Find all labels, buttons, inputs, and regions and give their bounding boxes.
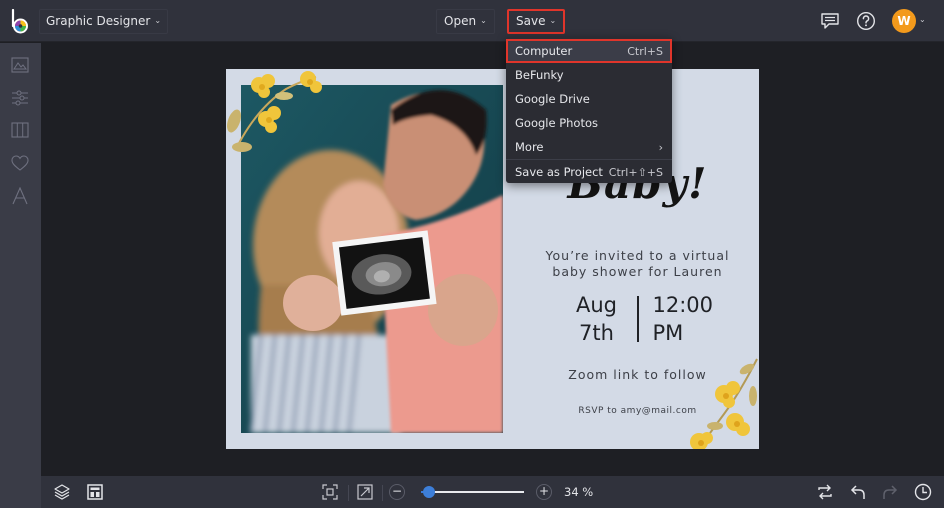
invite-text[interactable]: You’re invited to a virtual baby shower … <box>516 248 759 280</box>
comments-icon[interactable] <box>818 9 842 33</box>
open-button[interactable]: Open ⌄ <box>436 9 495 34</box>
time-hour: 12:00 <box>652 293 714 317</box>
befunky-app: Graphic Designer ⌄ Open ⌄ Save ⌄ W ⌄ Bab… <box>0 0 944 508</box>
avatar[interactable]: W <box>892 9 916 33</box>
chevron-down-icon: ⌄ <box>480 16 487 25</box>
save-menu-item-google-drive[interactable]: Google Drive <box>506 87 672 111</box>
zoom-note-text[interactable]: Zoom link to follow <box>516 367 759 382</box>
date-day: 7th <box>579 321 614 345</box>
save-label: Save <box>516 14 546 28</box>
avatar-initial: W <box>897 14 911 28</box>
toolbar-divider <box>348 485 349 501</box>
history-icon[interactable] <box>913 482 933 502</box>
columns-icon[interactable] <box>10 120 30 140</box>
image-icon[interactable] <box>10 55 30 75</box>
heart-icon[interactable] <box>10 153 30 173</box>
date-month: Aug <box>575 293 617 317</box>
menu-item-shortcut: Ctrl+⇧+S <box>608 165 663 179</box>
actual-size-icon[interactable] <box>355 482 375 502</box>
invite-line-2: baby shower for Lauren <box>552 264 723 279</box>
zoom-slider-track[interactable] <box>421 491 524 493</box>
rsvp-text[interactable]: RSVP to amy@mail.com <box>516 406 759 416</box>
save-menu-item-computer[interactable]: Computer Ctrl+S <box>506 39 672 63</box>
zoom-in-button[interactable]: + <box>536 484 552 500</box>
menu-item-label: Computer <box>515 44 573 58</box>
menu-item-shortcut: Ctrl+S <box>627 44 663 58</box>
toolbar-divider <box>382 485 383 501</box>
chevron-down-icon[interactable]: ⌄ <box>919 15 926 24</box>
zoom-percentage: 34 % <box>564 485 594 499</box>
redo-icon[interactable] <box>880 482 900 502</box>
layers-icon[interactable] <box>52 482 72 502</box>
help-icon[interactable] <box>854 9 878 33</box>
left-sidebar <box>0 43 41 508</box>
invitation-design[interactable]: Baby! You’re invited to a virtual baby s… <box>226 69 759 449</box>
text-icon[interactable] <box>10 186 30 206</box>
time-period: PM <box>652 321 684 345</box>
save-menu-item-google-photos[interactable]: Google Photos <box>506 111 672 135</box>
save-menu-item-befunky[interactable]: BeFunky <box>506 63 672 87</box>
flower-decoration-top-left <box>227 71 322 152</box>
menu-item-label: Google Drive <box>515 92 590 106</box>
swap-icon[interactable] <box>815 482 835 502</box>
top-bar: Graphic Designer ⌄ Open ⌄ Save ⌄ W ⌄ <box>0 0 944 42</box>
befunky-logo-icon[interactable] <box>10 8 32 35</box>
save-menu-item-save-as-project[interactable]: Save as Project Ctrl+⇧+S <box>506 160 672 184</box>
time-text: 12:00 PM <box>639 291 719 347</box>
zoom-out-button[interactable]: − <box>389 484 405 500</box>
save-menu: Computer Ctrl+S BeFunky Google Drive Goo… <box>506 37 672 183</box>
menu-item-label: Save as Project <box>515 165 603 179</box>
app-mode-label: Graphic Designer <box>46 14 151 28</box>
layout-icon[interactable] <box>85 482 105 502</box>
save-menu-item-more[interactable]: More › <box>506 135 672 159</box>
bottom-toolbar: − + 34 % <box>41 476 944 508</box>
chevron-down-icon: ⌄ <box>154 16 162 25</box>
chevron-down-icon: ⌄ <box>549 16 557 25</box>
invite-line-1: You’re invited to a virtual <box>545 248 730 263</box>
sliders-icon[interactable] <box>10 88 30 108</box>
date-time-block[interactable]: Aug 7th 12:00 PM <box>516 291 759 347</box>
menu-item-label: BeFunky <box>515 68 564 82</box>
open-label: Open <box>444 14 477 28</box>
fit-to-screen-icon[interactable] <box>320 482 340 502</box>
menu-item-label: More <box>515 140 544 154</box>
date-text: Aug 7th <box>557 291 637 347</box>
chevron-right-icon: › <box>658 140 663 154</box>
app-mode-dropdown[interactable]: Graphic Designer ⌄ <box>39 9 169 34</box>
save-button[interactable]: Save ⌄ <box>507 9 566 34</box>
undo-icon[interactable] <box>848 482 868 502</box>
menu-item-label: Google Photos <box>515 116 599 130</box>
zoom-slider-handle[interactable] <box>423 486 436 498</box>
